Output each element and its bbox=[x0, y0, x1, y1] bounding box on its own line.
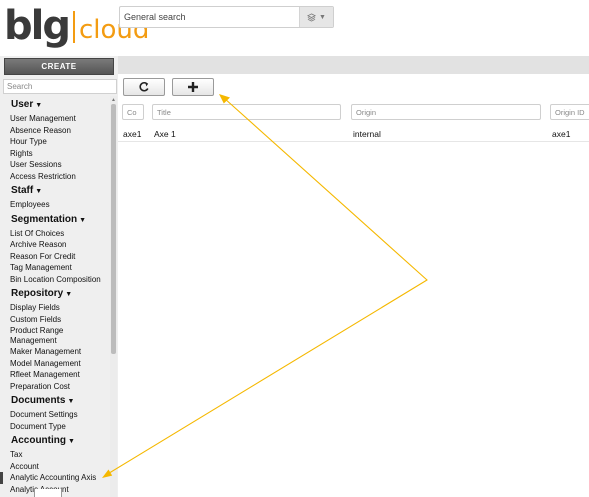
menu-section-title: Staff bbox=[11, 185, 34, 196]
sidebar-item-bin-location-composition[interactable]: Bin Location Composition bbox=[0, 274, 110, 286]
general-search: ▼ bbox=[119, 6, 334, 28]
sidebar-search-input[interactable] bbox=[3, 79, 117, 94]
menu-section-documents[interactable]: Documents ▼ bbox=[0, 392, 110, 409]
menu-section-title: User bbox=[11, 99, 34, 110]
menu-section-user[interactable]: User ▼ bbox=[0, 96, 110, 113]
annotation-line-lower bbox=[105, 279, 428, 476]
sidebar-menu: User ▼ User Management Absence Reason Hour T… bbox=[0, 96, 110, 497]
caret-down-icon: ▼ bbox=[67, 398, 75, 405]
plus-icon bbox=[188, 82, 198, 92]
scroll-up-icon[interactable]: ▲ bbox=[111, 97, 116, 103]
origin-id-cell: axe1 bbox=[552, 129, 571, 139]
toolbar-band bbox=[118, 56, 589, 74]
column-filters bbox=[118, 104, 589, 121]
sidebar-item-display-fields[interactable]: Display Fields bbox=[0, 302, 110, 314]
table-row[interactable]: axe1 Axe 1 internal axe1 bbox=[118, 125, 589, 142]
sidebar-item-reason-for-credit[interactable]: Reason For Credit bbox=[0, 251, 110, 263]
menu-section-segmentation[interactable]: Segmentation ▼ bbox=[0, 211, 110, 228]
scrollbar-thumb[interactable] bbox=[111, 104, 116, 354]
sidebar-item-hour-type[interactable]: Hour Type bbox=[0, 136, 110, 148]
refresh-icon bbox=[139, 81, 149, 92]
bottom-tab bbox=[34, 489, 62, 497]
sidebar-item-rights[interactable]: Rights bbox=[0, 148, 110, 160]
caret-down-icon: ▼ bbox=[35, 102, 43, 109]
code-cell: axe1 bbox=[123, 129, 142, 139]
title-filter-input[interactable] bbox=[152, 104, 341, 120]
menu-section-staff[interactable]: Staff ▼ bbox=[0, 182, 110, 199]
annotation-arrowhead-add bbox=[219, 94, 230, 104]
origin-cell: internal bbox=[353, 129, 381, 139]
sidebar-item-archive-reason[interactable]: Archive Reason bbox=[0, 239, 110, 251]
title-cell: Axe 1 bbox=[154, 129, 176, 139]
menu-section-repository[interactable]: Repository ▼ bbox=[0, 285, 110, 302]
sidebar-item-employees[interactable]: Employees bbox=[0, 199, 110, 211]
sidebar-item-maker-management[interactable]: Maker Management bbox=[0, 346, 110, 358]
layers-icon bbox=[307, 12, 317, 22]
sidebar-item-absence-reason[interactable]: Absence Reason bbox=[0, 125, 110, 137]
origin-id-filter-input[interactable] bbox=[550, 104, 589, 120]
sidebar-item-custom-fields[interactable]: Custom Fields bbox=[0, 314, 110, 326]
sidebar-item-user-management[interactable]: User Management bbox=[0, 113, 110, 125]
origin-filter-input[interactable] bbox=[351, 104, 541, 120]
sidebar-item-analytic-accounting-axis[interactable]: Analytic Accounting Axis bbox=[0, 472, 110, 484]
create-button[interactable]: CREATE bbox=[4, 58, 114, 75]
sidebar-item-preparation-cost[interactable]: Preparation Cost bbox=[0, 381, 110, 393]
sidebar-item-tag-management[interactable]: Tag Management bbox=[0, 262, 110, 274]
sidebar-item-rfleet-management[interactable]: Rfleet Management bbox=[0, 369, 110, 381]
sidebar-item-model-management[interactable]: Model Management bbox=[0, 358, 110, 370]
search-scope-dropdown[interactable]: ▼ bbox=[299, 7, 333, 27]
menu-section-title: Segmentation bbox=[11, 213, 78, 225]
menu-section-accounting[interactable]: Accounting ▼ bbox=[0, 432, 110, 449]
general-search-input[interactable] bbox=[120, 7, 300, 27]
sidebar: CREATE User▼User ManagementAbsence Reaso… bbox=[0, 56, 118, 497]
sidebar-item-document-settings[interactable]: Document Settings bbox=[0, 409, 110, 421]
caret-down-icon: ▼ bbox=[79, 216, 87, 224]
caret-down-icon: ▼ bbox=[35, 188, 43, 195]
refresh-button[interactable] bbox=[123, 78, 165, 96]
chevron-down-icon: ▼ bbox=[319, 13, 326, 21]
sidebar-item-user-sessions[interactable]: User Sessions bbox=[0, 159, 110, 171]
sidebar-scrollbar[interactable]: ▲ bbox=[110, 96, 117, 497]
code-filter-input[interactable] bbox=[122, 104, 144, 120]
sidebar-item-access-restriction[interactable]: Access Restriction bbox=[0, 171, 110, 183]
menu-section-title: Repository bbox=[11, 288, 64, 299]
logo-main-text: blg bbox=[4, 3, 71, 49]
menu-section-title: Documents bbox=[11, 395, 66, 406]
sidebar-item-tax[interactable]: Tax bbox=[0, 449, 110, 461]
sidebar-item-product-range-management[interactable]: Product Range Management bbox=[0, 325, 110, 346]
logo-separator bbox=[72, 11, 75, 43]
add-button[interactable] bbox=[172, 78, 214, 96]
sidebar-item-account[interactable]: Account bbox=[0, 461, 110, 473]
menu-section-title: Accounting bbox=[11, 435, 66, 446]
sidebar-item-list-of-choices[interactable]: List Of Choices bbox=[0, 228, 110, 240]
caret-down-icon: ▼ bbox=[68, 438, 75, 445]
caret-down-icon: ▼ bbox=[65, 291, 73, 298]
sidebar-item-document-type[interactable]: Document Type bbox=[0, 421, 110, 433]
